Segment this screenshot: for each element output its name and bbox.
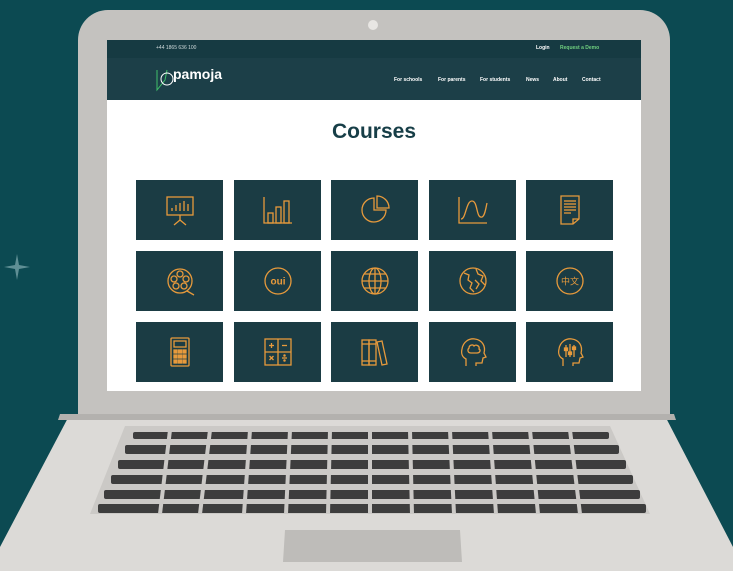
course-tile[interactable]: oui	[234, 251, 321, 311]
oui-language-icon: oui	[263, 267, 292, 295]
chinese-language-icon: 中文	[555, 267, 584, 295]
course-tile[interactable]	[234, 322, 321, 382]
course-tile[interactable]	[526, 180, 613, 240]
film-reel-icon	[166, 268, 194, 296]
course-tile[interactable]	[429, 180, 516, 240]
nav-for-parents[interactable]: For parents	[438, 77, 466, 83]
nav-contact[interactable]: Contact	[582, 77, 601, 83]
top-bar: +44 1865 636 100 Login Request a Demo	[107, 40, 641, 58]
login-link[interactable]: Login	[536, 45, 550, 51]
bar-chart-icon	[262, 197, 292, 224]
course-tile[interactable]	[429, 322, 516, 382]
course-tile[interactable]	[526, 322, 613, 382]
laptop-keyboard-base	[0, 414, 733, 571]
nav-for-schools[interactable]: For schools	[394, 77, 422, 83]
document-icon	[559, 195, 580, 225]
main-navbar: pamoja For schools For parents For stude…	[107, 58, 641, 100]
course-tile[interactable]	[234, 180, 321, 240]
page-title: Courses	[331, 120, 417, 143]
brain-head-icon	[460, 338, 487, 366]
nav-for-students[interactable]: For students	[480, 77, 510, 83]
world-map-globe-icon	[458, 267, 487, 295]
books-icon	[360, 339, 388, 366]
course-tile[interactable]	[136, 322, 223, 382]
presentation-chart-icon	[165, 196, 194, 226]
laptop-lid: +44 1865 636 100 Login Request a Demo pa…	[78, 10, 670, 420]
math-operators-icon	[263, 338, 292, 366]
line-graph-icon	[457, 197, 488, 224]
pie-chart-icon	[360, 195, 390, 223]
oui-label: oui	[270, 277, 285, 288]
request-demo-link[interactable]: Request a Demo	[560, 45, 599, 51]
course-tile[interactable]	[136, 180, 223, 240]
laptop-screen: +44 1865 636 100 Login Request a Demo pa…	[107, 40, 641, 391]
course-tile[interactable]	[429, 251, 516, 311]
calculator-icon	[169, 337, 190, 367]
course-tile[interactable]	[331, 322, 418, 382]
course-tile[interactable]: 中文	[526, 251, 613, 311]
globe-icon	[360, 267, 389, 295]
nav-about[interactable]: About	[553, 77, 567, 83]
sparkle-icon	[4, 254, 30, 280]
courses-section: Courses oui 中文	[107, 100, 641, 391]
equalizer-head-icon	[557, 338, 584, 366]
course-tile[interactable]	[331, 251, 418, 311]
course-tile[interactable]	[331, 180, 418, 240]
chinese-label: 中文	[560, 276, 578, 288]
nav-news[interactable]: News	[526, 77, 539, 83]
webcam	[368, 20, 378, 30]
logo-text: pamoja	[173, 66, 223, 82]
phone-number: +44 1865 636 100	[156, 45, 197, 51]
course-tile[interactable]	[136, 251, 223, 311]
